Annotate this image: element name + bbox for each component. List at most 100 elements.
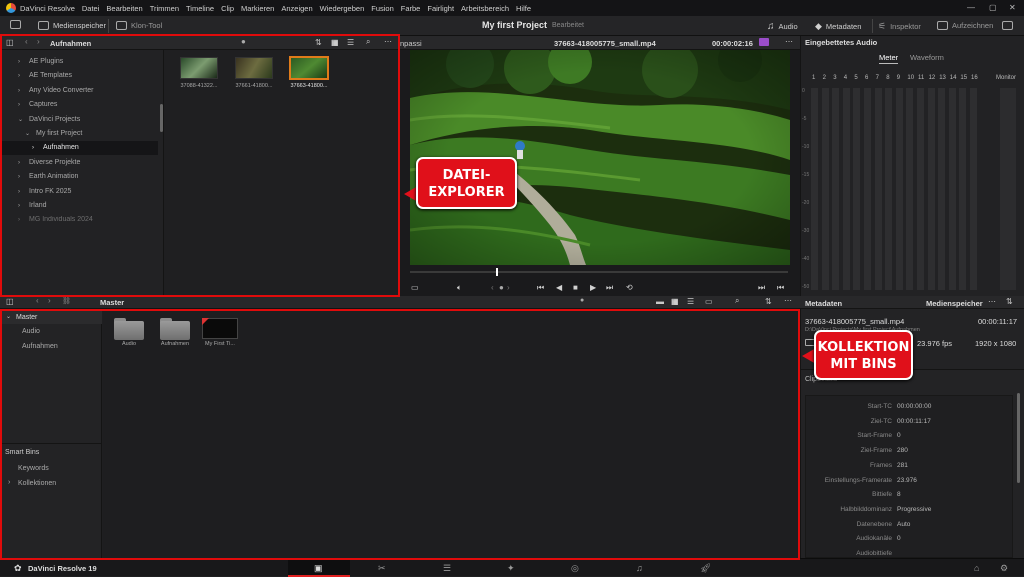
tab-metadata[interactable]: Metadaten [805, 299, 842, 308]
folder-icon[interactable] [114, 318, 144, 340]
tree-item[interactable]: › Irland [0, 199, 158, 213]
jog-left-icon[interactable]: ‹ [491, 283, 494, 292]
metadata-value[interactable]: 00:00:00:00 [897, 403, 931, 410]
tab-meter[interactable]: Meter [879, 53, 899, 64]
color-page-icon[interactable]: ◎ [571, 563, 579, 574]
metadata-value[interactable]: 0 [897, 432, 901, 439]
bin-list-toggle-icon[interactable]: ◫ [6, 297, 14, 306]
tree-item[interactable]: › Earth Animation [0, 170, 158, 184]
tree-item[interactable]: › AE Plugins [0, 55, 158, 69]
grid-view-icon[interactable]: ▦ [331, 38, 339, 47]
minimize-icon[interactable]: — [967, 3, 975, 12]
menu-item-hilfe[interactable]: Hilfe [516, 4, 531, 13]
metadata-button[interactable]: ◆ Metadaten [815, 21, 861, 32]
media-pool-button[interactable]: Medienspeicher [38, 21, 106, 30]
menu-item-arbeitsbereich[interactable]: Arbeitsbereich [461, 4, 509, 13]
metadata-value[interactable]: 23.976 [897, 477, 917, 484]
thumbnail-clip-1[interactable] [180, 57, 218, 79]
more-options-icon[interactable]: ⋯ [384, 37, 392, 46]
viewer-more-icon[interactable]: ⋯ [785, 37, 793, 46]
bin-list-view-icon[interactable]: ☰ [687, 297, 694, 306]
tree-item[interactable]: › Intro FK 2025 [0, 185, 158, 199]
bin-item-aufnahmen[interactable]: Aufnahmen [22, 343, 58, 350]
play-reverse-icon[interactable]: ◀ [556, 283, 562, 292]
menu-item-wiedergeben[interactable]: Wiedergeben [320, 4, 365, 13]
back-icon[interactable]: ‹ [25, 37, 28, 46]
list-view-icon[interactable]: ☰ [347, 38, 354, 47]
bin-back-icon[interactable]: ‹ [36, 296, 39, 305]
folder-icon[interactable] [160, 318, 190, 340]
viewer-playhead[interactable] [496, 268, 498, 276]
menu-item-fusion[interactable]: Fusion [371, 4, 394, 13]
tree-item[interactable]: › AE Templates [0, 69, 158, 83]
bin-metadata-view-icon[interactable]: ▬ [656, 297, 664, 306]
volume-icon[interactable]: 🔈︎ [457, 283, 462, 293]
fullscreen-button[interactable] [1002, 21, 1013, 30]
mark-out-icon[interactable]: ⏮ [777, 283, 784, 293]
loop-icon[interactable]: ⟲ [626, 283, 633, 292]
thumbnail-clip-3-selected[interactable] [289, 56, 329, 80]
stop-icon[interactable]: ■ [573, 283, 578, 292]
deliver-page-icon[interactable]: 🚀︎ [700, 563, 711, 574]
audio-button[interactable]: ♫ Audio [767, 21, 798, 32]
bin-forward-icon[interactable]: › [48, 296, 51, 305]
sort-icon[interactable]: ⇅ [315, 38, 322, 47]
layout-toggle-button[interactable] [10, 20, 21, 29]
menu-item-fairlight[interactable]: Fairlight [427, 4, 454, 13]
go-to-start-icon[interactable]: ⏮ [537, 283, 544, 293]
bin-grid-view-icon[interactable]: ▦ [671, 297, 679, 306]
fusion-page-icon[interactable]: ✦ [507, 563, 515, 574]
metadata-value[interactable]: 281 [897, 462, 908, 469]
viewer-layout-icon[interactable]: ▭ [411, 283, 419, 292]
viewer-scrubber-track[interactable] [410, 271, 788, 273]
settings-gear-icon[interactable]: ⚙ [1000, 563, 1008, 574]
metadata-value[interactable]: Progressive [897, 506, 931, 513]
maximize-icon[interactable]: ▢ [989, 3, 997, 12]
tree-item[interactable]: › MG Individuals 2024 [0, 213, 158, 225]
metadata-sort-icon[interactable]: ⇅ [1006, 297, 1013, 306]
tree-item[interactable]: › Diverse Projekte [0, 156, 158, 170]
metadata-value[interactable]: Auto [897, 521, 910, 528]
menu-item-timeline[interactable]: Timeline [186, 4, 214, 13]
edit-page-icon[interactable]: ☰ [443, 563, 451, 574]
tab-medienspeicher[interactable]: Medienspeicher [926, 299, 983, 308]
menu-item-anzeigen[interactable]: Anzeigen [281, 4, 312, 13]
jog-right-icon[interactable]: › [507, 283, 510, 292]
close-icon[interactable]: ✕ [1009, 3, 1016, 12]
metadata-more-icon[interactable]: ⋯ [988, 297, 996, 306]
search-icon[interactable]: ⌕ [366, 37, 370, 47]
tree-item[interactable]: › Aufnahmen [0, 141, 158, 156]
menu-item-bearbeiten[interactable]: Bearbeiten [106, 4, 142, 13]
jog-dot-icon[interactable]: ● [499, 283, 504, 292]
sidebar-toggle-icon[interactable]: ◫ [6, 38, 14, 47]
tree-item[interactable]: ⌄ My first Project [0, 127, 158, 141]
bin-link-icon[interactable]: ⛓ [62, 297, 71, 305]
mark-in-icon[interactable]: ⏭ [758, 283, 765, 293]
metadata-scrollbar[interactable] [1017, 393, 1020, 483]
tree-scrollbar[interactable] [160, 104, 163, 132]
viewer-zoom-select[interactable]: npassi [400, 39, 422, 48]
metadata-value[interactable]: 00:00:11:17 [897, 418, 931, 425]
metadata-value[interactable]: 8 [897, 491, 901, 498]
menu-item-farbe[interactable]: Farbe [401, 4, 421, 13]
play-icon[interactable]: ▶ [590, 283, 596, 292]
go-to-end-icon[interactable]: ⏭ [606, 283, 613, 293]
home-icon[interactable]: ⌂ [974, 563, 979, 573]
menu-item-markieren[interactable]: Markieren [241, 4, 274, 13]
inspector-button[interactable]: ⚟ Inspektor [878, 21, 921, 32]
metadata-value[interactable]: 280 [897, 447, 908, 454]
metadata-value[interactable]: 0 [897, 535, 901, 542]
thumbnail-clip-2[interactable] [235, 57, 273, 79]
viewer-mode-icon[interactable] [759, 38, 769, 46]
menu-item-davinci-resolve[interactable]: DaVinci Resolve [20, 4, 75, 13]
menu-item-datei[interactable]: Datei [82, 4, 100, 13]
smart-bin-keywords[interactable]: Keywords [18, 465, 49, 472]
tab-waveform[interactable]: Waveform [910, 53, 944, 62]
smart-bin-kollektionen[interactable]: Kollektionen [18, 480, 56, 487]
tree-item[interactable]: › Any Video Converter [0, 84, 158, 98]
bin-clip-size-icon[interactable]: ▭ [705, 297, 713, 306]
fairlight-page-icon[interactable]: ♫ [636, 563, 643, 573]
bin-item-audio[interactable]: Audio [22, 328, 40, 335]
cut-page-icon[interactable]: ✂ [378, 563, 386, 574]
bin-sort-icon[interactable]: ⇅ [765, 297, 772, 306]
